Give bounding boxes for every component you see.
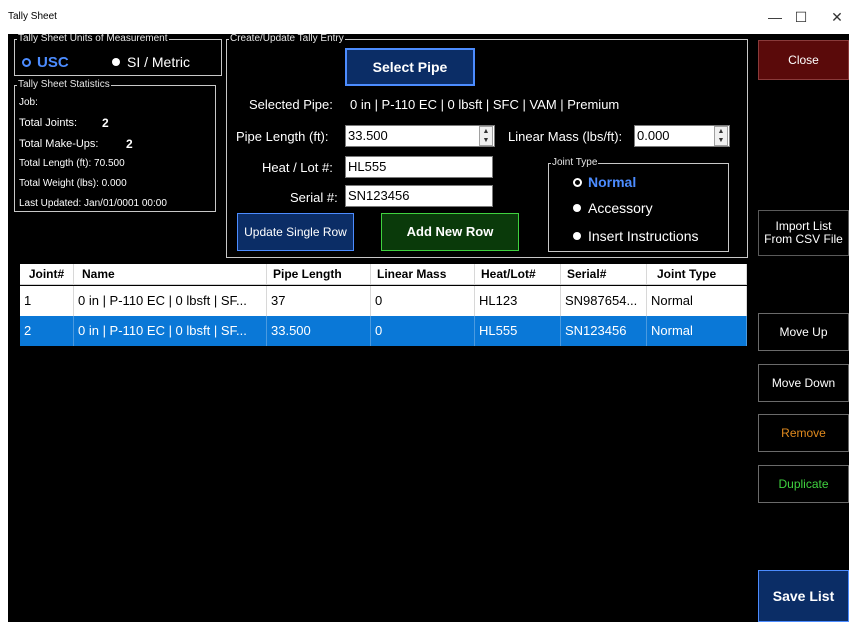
move-up-button[interactable]: Move Up (758, 313, 849, 351)
add-new-row-button[interactable]: Add New Row (381, 213, 519, 251)
cell-heat-lot: HL123 (475, 286, 561, 316)
total-joints-label: Total Joints: (19, 117, 78, 129)
maximize-button[interactable]: ☐ (781, 6, 821, 28)
job-label: Job: (19, 97, 38, 108)
cell-name: 0 in | P-110 EC | 0 lbsft | SF... (74, 286, 267, 316)
joint-type-legend: Joint Type (552, 157, 598, 168)
cell-linear-mass: 0 (371, 286, 475, 316)
cell-joint-type: Normal (647, 316, 747, 346)
cell-name: 0 in | P-110 EC | 0 lbsft | SF... (74, 316, 267, 346)
total-weight: Total Weight (lbs): 0.000 (19, 178, 127, 189)
cell-serial: SN987654... (561, 286, 647, 316)
grid-header: Joint# Name Pipe Length Linear Mass Heat… (20, 264, 747, 285)
remove-label: Remove (781, 426, 826, 440)
cell-joint: 2 (20, 316, 74, 346)
total-makeups-value: 2 (126, 137, 133, 151)
radio-joint-accessory[interactable]: Accessory (573, 200, 653, 216)
radio-accessory-indicator (573, 204, 581, 212)
col-joint[interactable]: Joint# (20, 264, 74, 284)
col-heat-lot[interactable]: Heat/Lot# (475, 264, 561, 284)
cell-joint-type: Normal (647, 286, 747, 316)
spin-down-icon[interactable]: ▼ (715, 136, 727, 145)
update-single-row-button[interactable]: Update Single Row (237, 213, 354, 251)
radio-accessory-label: Accessory (588, 200, 653, 216)
move-up-label: Move Up (779, 325, 828, 339)
total-length: Total Length (ft): 70.500 (19, 158, 125, 169)
window-title: Tally Sheet (8, 11, 57, 22)
remove-button[interactable]: Remove (758, 414, 849, 452)
cell-pipe-length: 33.500 (267, 316, 371, 346)
radio-usc-label: USC (37, 54, 69, 71)
col-linear-mass[interactable]: Linear Mass (371, 264, 475, 284)
last-updated: Last Updated: Jan/01/0001 00:00 (19, 198, 167, 209)
move-down-button[interactable]: Move Down (758, 364, 849, 402)
col-joint-type[interactable]: Joint Type (647, 264, 747, 284)
total-joints-value: 2 (102, 116, 109, 130)
save-list-button[interactable]: Save List (758, 570, 849, 622)
heat-lot-input[interactable]: HL555 (345, 156, 493, 178)
selected-pipe-label: Selected Pipe: (249, 97, 333, 112)
heat-lot-value: HL555 (348, 159, 387, 174)
import-csv-button[interactable]: Import List From CSV File (758, 210, 849, 256)
linear-mass-label: Linear Mass (lbs/ft): (508, 129, 623, 144)
spin-up-icon[interactable]: ▲ (480, 127, 492, 136)
linear-mass-value: 0.000 (637, 128, 670, 143)
cell-serial: SN123456 (561, 316, 647, 346)
client-area: Tally Sheet Units of Measurement USC SI … (8, 34, 849, 622)
pipe-length-value: 33.500 (348, 128, 388, 143)
pipe-length-label: Pipe Length (ft): (236, 129, 329, 144)
cell-pipe-length: 37 (267, 286, 371, 316)
radio-si-metric[interactable]: SI / Metric (112, 54, 190, 70)
save-list-label: Save List (772, 588, 835, 604)
cell-joint: 1 (20, 286, 74, 316)
radio-normal-indicator (573, 177, 582, 187)
pipe-length-spinner[interactable]: ▲ ▼ (479, 126, 493, 146)
close-button[interactable]: Close (758, 40, 849, 80)
close-button-label: Close (788, 53, 819, 67)
title-bar: Tally Sheet — ☐ ✕ (0, 0, 849, 34)
spin-down-icon[interactable]: ▼ (480, 136, 492, 145)
radio-si-label: SI / Metric (127, 54, 191, 70)
selected-pipe-value: 0 in | P-110 EC | 0 lbsft | SFC | VAM | … (350, 97, 620, 112)
serial-input[interactable]: SN123456 (345, 185, 493, 207)
total-makeups-label: Total Make-Ups: (19, 138, 99, 150)
units-legend: Tally Sheet Units of Measurement (18, 33, 168, 44)
radio-si-indicator (112, 58, 120, 66)
duplicate-label: Duplicate (778, 477, 829, 491)
cell-linear-mass: 0 (371, 316, 475, 346)
col-serial[interactable]: Serial# (561, 264, 647, 284)
radio-insert-indicator (573, 232, 581, 240)
spin-up-icon[interactable]: ▲ (715, 127, 727, 136)
radio-insert-label: Insert Instructions (588, 228, 699, 244)
serial-value: SN123456 (348, 188, 410, 203)
cell-heat-lot: HL555 (475, 316, 561, 346)
move-down-label: Move Down (771, 376, 836, 390)
statistics-legend: Tally Sheet Statistics (18, 79, 110, 90)
close-window-button[interactable]: ✕ (817, 6, 849, 28)
import-line2: From CSV File (764, 232, 843, 246)
entry-legend: Create/Update Tally Entry (230, 33, 344, 44)
serial-label: Serial #: (290, 190, 338, 205)
radio-joint-insert-instructions[interactable]: Insert Instructions (573, 228, 699, 244)
duplicate-button[interactable]: Duplicate (758, 465, 849, 503)
radio-normal-label: Normal (588, 174, 637, 190)
table-row[interactable]: 1 0 in | P-110 EC | 0 lbsft | SF... 37 0… (20, 286, 747, 316)
tally-sheet-window: Tally Sheet — ☐ ✕ Tally Sheet Units of M… (0, 0, 849, 622)
select-pipe-button[interactable]: Select Pipe (345, 48, 475, 86)
col-name[interactable]: Name (74, 264, 267, 284)
col-pipe-length[interactable]: Pipe Length (267, 264, 371, 284)
radio-joint-normal[interactable]: Normal (573, 174, 636, 190)
radio-usc-indicator (22, 58, 31, 67)
pipe-length-input[interactable]: 33.500 (345, 125, 495, 147)
linear-mass-spinner[interactable]: ▲ ▼ (714, 126, 728, 146)
heat-lot-label: Heat / Lot #: (262, 160, 333, 175)
table-row-selected[interactable]: 2 0 in | P-110 EC | 0 lbsft | SF... 33.5… (20, 316, 747, 346)
radio-usc[interactable]: USC (22, 54, 69, 71)
